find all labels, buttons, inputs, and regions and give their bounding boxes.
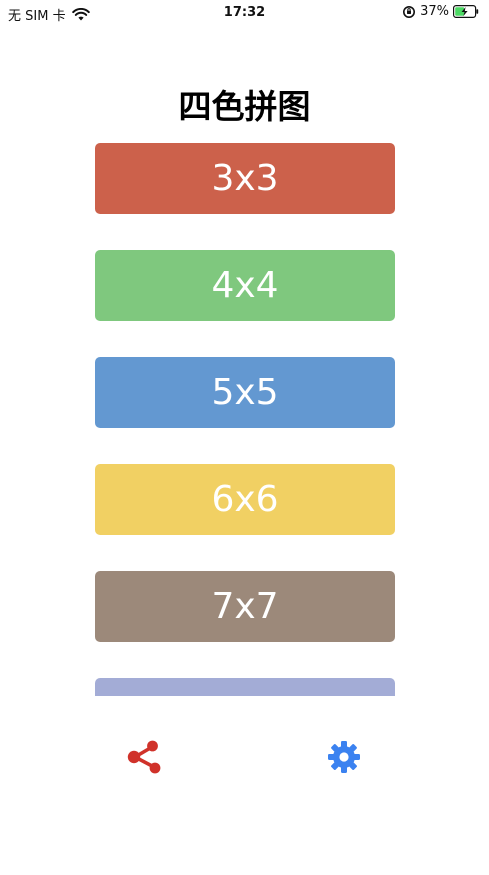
bottom-toolbar xyxy=(0,730,489,790)
battery-charging-icon xyxy=(453,5,479,18)
gear-icon xyxy=(328,741,360,773)
battery-percent: 37% xyxy=(420,4,449,19)
grid-5x5-button[interactable]: 5x5 xyxy=(95,357,395,428)
grid-6x6-label: 6x6 xyxy=(211,479,279,520)
share-button[interactable] xyxy=(124,736,166,778)
grid-6x6-button[interactable]: 6x6 xyxy=(95,464,395,535)
orientation-lock-icon xyxy=(403,5,416,18)
grid-7x7-label: 7x7 xyxy=(211,586,279,627)
grid-7x7-button[interactable]: 7x7 xyxy=(95,571,395,642)
grid-4x4-button[interactable]: 4x4 xyxy=(95,250,395,321)
settings-button[interactable] xyxy=(323,736,365,778)
status-right: 37% xyxy=(402,4,479,19)
grid-4x4-label: 4x4 xyxy=(211,265,279,306)
grid-5x5-label: 5x5 xyxy=(211,372,279,413)
share-icon xyxy=(127,740,161,774)
grid-size-list[interactable]: 3x3 4x4 5x5 6x6 7x7 xyxy=(95,143,395,696)
grid-3x3-label: 3x3 xyxy=(211,158,279,199)
page-title: 四色拼图 xyxy=(178,87,311,126)
status-bar: 无 SIM 卡 17:32 37% xyxy=(0,0,489,26)
grid-3x3-button[interactable]: 3x3 xyxy=(95,143,395,214)
grid-next-button[interactable] xyxy=(95,678,395,696)
